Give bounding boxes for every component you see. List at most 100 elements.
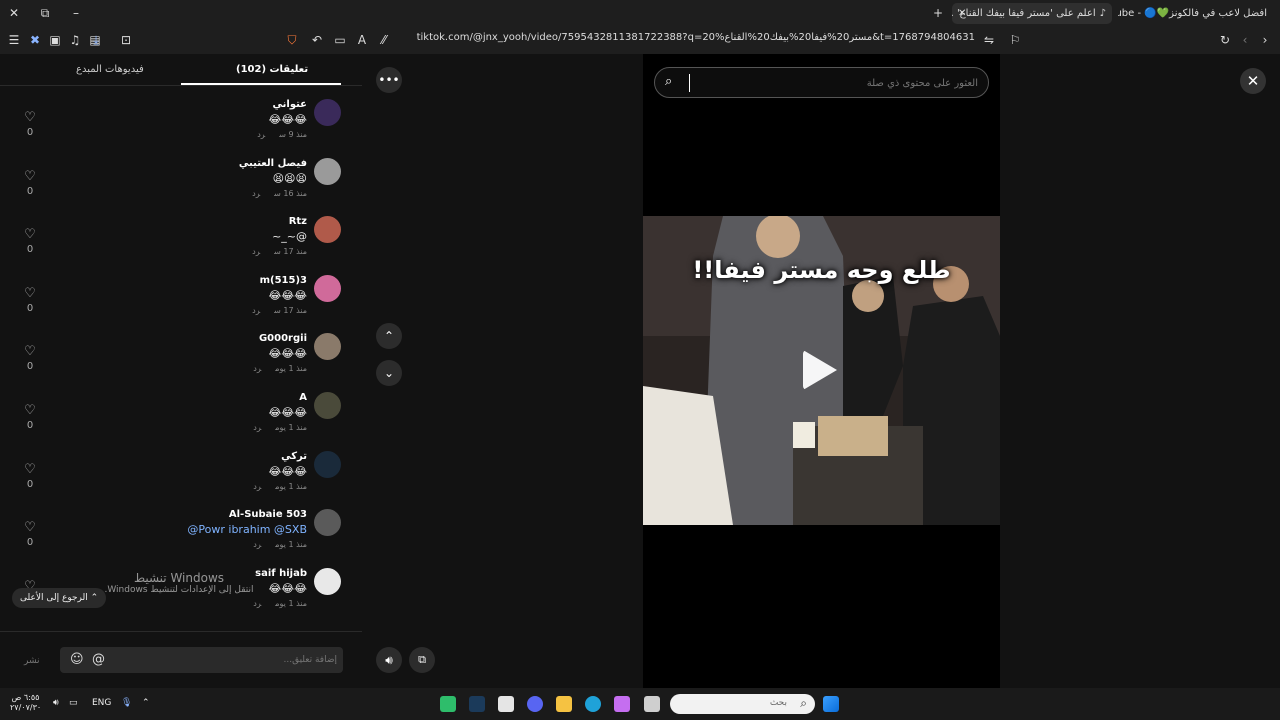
like-button[interactable]: ♡0: [22, 463, 38, 490]
show-hidden-icons-icon[interactable]: ⌃: [142, 698, 150, 708]
address-bar[interactable]: tiktok.com/@jnx_yooh/video/7595432811381…: [400, 32, 975, 48]
avatar[interactable]: [314, 99, 341, 126]
clock[interactable]: ٦:٥٥ ص ٢٧/٠٧/٣٠: [10, 693, 41, 713]
avatar[interactable]: [314, 157, 341, 185]
video-frame[interactable]: طلع وجه مستر فيفا!!: [643, 216, 1000, 525]
reply-button[interactable]: رد: [253, 599, 261, 608]
like-button[interactable]: ♡0: [22, 345, 38, 372]
like-button[interactable]: ♡0: [22, 404, 38, 431]
menu-icon[interactable]: ☰: [6, 32, 22, 48]
steam-taskbar-icon[interactable]: [469, 696, 485, 712]
close-player-button[interactable]: ✕: [1240, 68, 1266, 94]
avatar[interactable]: [314, 450, 341, 478]
avatar[interactable]: [314, 392, 341, 419]
screenshot-icon[interactable]: ⊡: [118, 32, 134, 48]
tiktok-icon: ♪: [1099, 8, 1106, 19]
reply-button[interactable]: رد: [257, 130, 265, 139]
maximize-window-icon[interactable]: ⧉: [37, 5, 53, 21]
reply-button[interactable]: رد: [252, 189, 260, 198]
comment-author[interactable]: m(515)3: [260, 275, 307, 286]
next-video-button[interactable]: ⌄: [376, 360, 402, 386]
avatar[interactable]: [314, 509, 341, 537]
avatar[interactable]: [314, 333, 341, 361]
comment-author[interactable]: G000rgii: [259, 333, 307, 344]
ai-icon[interactable]: ⁄⁄: [376, 32, 392, 48]
avatar[interactable]: [314, 274, 341, 302]
window-taskbar-icon[interactable]: [644, 696, 660, 712]
edge-taskbar-icon[interactable]: [585, 696, 601, 712]
previous-video-button[interactable]: ⌃: [376, 323, 402, 349]
reader-icon[interactable]: ▭: [332, 32, 348, 48]
comment-item: فيصل العتيبي 😫😫😫 منذ 16 س رد ♡ 0: [0, 157, 362, 216]
avatar[interactable]: [314, 567, 341, 595]
comment-input-box[interactable]: @ ☺: [60, 647, 343, 673]
comment-author[interactable]: Rtz: [289, 216, 307, 227]
new-tab-icon[interactable]: +: [930, 5, 946, 21]
sidebar-icon[interactable]: ▣: [47, 32, 63, 48]
forward-icon[interactable]: ›: [1257, 32, 1273, 48]
minimize-window-icon[interactable]: –: [68, 5, 84, 21]
reply-button[interactable]: رد: [253, 423, 261, 432]
emoji-icon[interactable]: ☺: [70, 652, 84, 667]
comment-author[interactable]: تركي: [281, 451, 307, 462]
tab-comments[interactable]: تعليقات (102): [236, 64, 308, 75]
comment-meta: منذ 1 يوم رد: [253, 364, 307, 373]
windows-start-icon[interactable]: [823, 696, 839, 712]
music-icon[interactable]: ♫: [67, 32, 83, 48]
comment-item: G000rgii 😂😂😂 منذ 1 يوم رد ♡ 0: [0, 333, 362, 391]
translate-icon[interactable]: A: [354, 32, 370, 48]
reply-button[interactable]: رد: [253, 540, 261, 549]
taskbar-search[interactable]: بحث ⌕: [670, 694, 815, 714]
related-search-bar[interactable]: ⌕: [654, 67, 989, 98]
download-icon[interactable]: ⤓: [88, 32, 104, 48]
volume-button[interactable]: 🔊︎: [376, 647, 402, 673]
tab-tiktok[interactable]: ♪ اعلم على 'مستر فيفا بيفك القناع' ... ✕: [952, 3, 1112, 24]
undo-icon[interactable]: ↶: [309, 32, 325, 48]
post-button[interactable]: نشر: [24, 656, 40, 666]
close-window-icon[interactable]: ✕: [6, 5, 22, 21]
reply-button[interactable]: رد: [253, 482, 261, 491]
mention-icon[interactable]: @: [92, 652, 105, 667]
volume-tray-icon[interactable]: 🔊︎: [53, 698, 59, 708]
comment-time: منذ 17 س: [274, 305, 307, 315]
comment-input[interactable]: [137, 651, 337, 669]
site-settings-icon[interactable]: ⇋: [981, 32, 997, 48]
like-button[interactable]: ♡0: [22, 228, 38, 255]
like-button[interactable]: ♡0: [22, 111, 38, 138]
network-tray-icon[interactable]: ▭: [69, 698, 78, 708]
search-icon[interactable]: ⌕: [665, 74, 672, 89]
comment-author[interactable]: فيصل العتيبي: [239, 158, 307, 169]
reload-icon[interactable]: ↻: [1217, 32, 1233, 48]
close-tab-icon[interactable]: ✕: [958, 8, 966, 19]
tab-creator-videos[interactable]: فيديوهات المبدع: [76, 64, 144, 75]
like-count: 0: [26, 244, 34, 256]
tab-youtube[interactable]: افضل لاعب في فالكونز💚🔵 - YouTube: [1118, 3, 1273, 24]
like-button[interactable]: ♡0: [22, 170, 38, 197]
app-taskbar-icon[interactable]: [440, 696, 456, 712]
reply-button[interactable]: رد: [252, 247, 260, 256]
comment-author[interactable]: Al-Subaie 503: [229, 509, 307, 520]
bookmark-icon[interactable]: ⚐: [1007, 32, 1023, 48]
copilot-taskbar-icon[interactable]: [614, 696, 630, 712]
language-indicator[interactable]: ENG: [92, 698, 111, 708]
like-button[interactable]: ♡0: [22, 287, 38, 314]
play-icon[interactable]: [803, 350, 837, 390]
related-search-input[interactable]: [698, 74, 978, 92]
capcut-taskbar-icon[interactable]: [498, 696, 514, 712]
avatar[interactable]: [314, 216, 341, 244]
file-explorer-taskbar-icon[interactable]: [556, 696, 572, 712]
reply-button[interactable]: رد: [252, 306, 260, 315]
reply-button[interactable]: رد: [253, 364, 261, 373]
back-icon[interactable]: ‹: [1237, 32, 1253, 48]
comment-item: m(515)3 😂😂😂 منذ 17 س رد ♡ 0: [0, 274, 362, 333]
comment-author[interactable]: A: [299, 392, 307, 403]
microphone-tray-icon[interactable]: 🎙︎: [121, 698, 132, 708]
pip-button[interactable]: ⧉: [409, 647, 435, 673]
comment-author[interactable]: عتواني: [273, 99, 307, 110]
shield-icon[interactable]: ⛉: [284, 32, 300, 48]
discord-taskbar-icon[interactable]: [527, 696, 543, 712]
like-button[interactable]: ♡0: [22, 521, 38, 548]
extension-icon[interactable]: ✖: [27, 32, 43, 48]
more-options-button[interactable]: •••: [376, 67, 402, 93]
video-player[interactable]: ⌕ طلع وجه مستر فيفا!!: [643, 54, 1000, 688]
